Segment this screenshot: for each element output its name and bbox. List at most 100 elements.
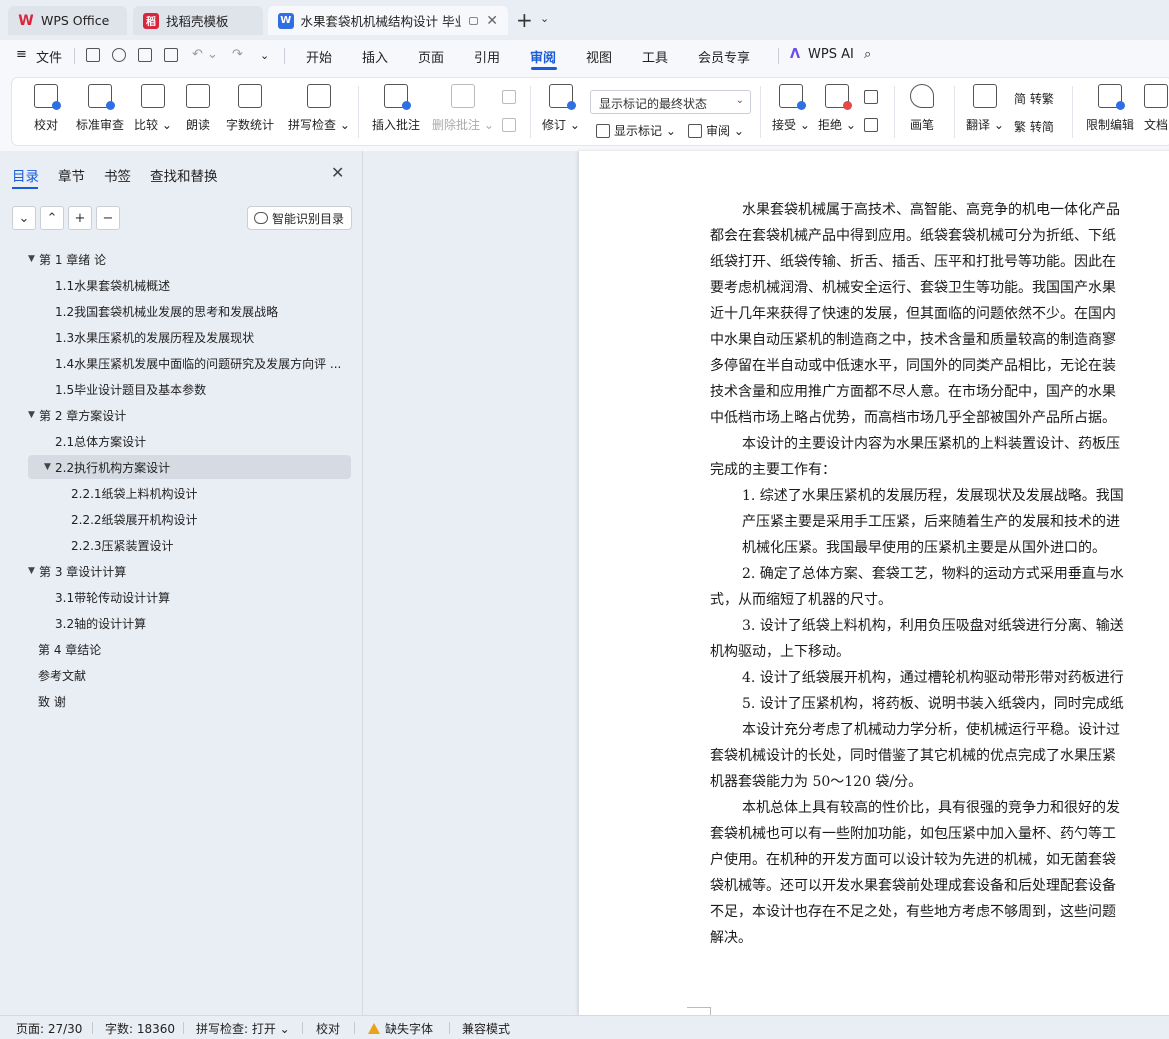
prev-change-button[interactable]: [864, 90, 882, 104]
print-preview-icon[interactable]: [164, 48, 178, 62]
hamburger-icon[interactable]: ≡: [16, 47, 27, 62]
show-markup-button[interactable]: 显示标记 ⌄: [596, 122, 676, 139]
tab-bookmarks[interactable]: 书签: [104, 165, 131, 185]
menu-page[interactable]: 页面: [418, 47, 444, 66]
next-change-button[interactable]: [864, 118, 882, 132]
remove-icon[interactable]: −: [96, 206, 120, 230]
toc-item[interactable]: 1.5毕业设计题目及基本参数: [28, 377, 351, 401]
track-changes-label: 修订 ⌄: [542, 118, 580, 132]
smart-recognize-toc-button[interactable]: 智能识别目录: [247, 206, 353, 230]
proofread-button[interactable]: 校对: [34, 84, 61, 133]
expand-arrow-icon[interactable]: ▼: [44, 462, 55, 472]
divider: [354, 1022, 355, 1034]
to-traditional-button[interactable]: 简 转繁: [1014, 90, 1054, 107]
toc-item[interactable]: 3.2轴的设计计算: [28, 611, 351, 635]
paragraph-line: 5. 设计了压紧机构，将药板、说明书装入纸袋内，同时完成纸: [742, 696, 1124, 712]
toc-item[interactable]: ▼ 第 2 章方案设计: [28, 403, 351, 427]
wps-logo-icon: W: [18, 12, 34, 29]
save-icon[interactable]: [86, 48, 100, 62]
word-count-indicator[interactable]: 字数: 18360: [105, 1020, 175, 1037]
translate-button[interactable]: 翻译 ⌄: [966, 84, 1004, 133]
toc-item-label: 1.3水果压紧机的发展历程及发展现状: [55, 330, 255, 345]
paragraph-line: 2. 确定了总体方案、套袋工艺，物料的运动方式采用垂直与水: [742, 566, 1124, 582]
tab-window-icon[interactable]: [468, 16, 479, 25]
toc-item[interactable]: ▼ 第 3 章设计计算: [28, 559, 351, 583]
tab-wps-office[interactable]: W WPS Office: [8, 6, 127, 35]
toc-item[interactable]: 1.3水果压紧机的发展历程及发展现状: [28, 325, 351, 349]
word-count-button[interactable]: 字数统计: [226, 84, 274, 133]
prev-change-icon: [864, 90, 878, 104]
close-icon[interactable]: ✕: [486, 13, 498, 29]
document-permission-button[interactable]: 文档: [1144, 84, 1168, 133]
spell-check-button[interactable]: 拼写检查 ⌄: [288, 84, 350, 133]
toc-item[interactable]: 致 谢: [28, 689, 351, 713]
word-count-icon: [238, 84, 262, 108]
track-changes-button[interactable]: 修订 ⌄: [542, 84, 580, 133]
expand-arrow-icon[interactable]: ▼: [28, 410, 39, 420]
menu-tools[interactable]: 工具: [642, 47, 668, 66]
expand-arrow-icon[interactable]: ▼: [28, 254, 39, 264]
toc-item[interactable]: 2.2.2纸袋展开机构设计: [28, 507, 351, 531]
toc-item[interactable]: 1.4水果压紧机发展中面临的问题研究及发展方向评 ...: [28, 351, 351, 375]
ink-button[interactable]: 画笔: [910, 84, 934, 133]
prev-comment-button[interactable]: [502, 90, 520, 104]
toc-item[interactable]: 第 4 章结论: [28, 637, 351, 661]
toc-item[interactable]: 1.1水果套袋机械概述: [28, 273, 351, 297]
to-simplified-button[interactable]: 繁 转简: [1014, 118, 1054, 135]
standard-review-button[interactable]: 标准审查: [76, 84, 124, 133]
toc-item[interactable]: ▼ 2.2执行机构方案设计: [28, 455, 351, 479]
expand-arrow-icon[interactable]: ▼: [28, 566, 39, 576]
tab-document[interactable]: W 水果套袋机机械结构设计 毕业 ✕: [268, 6, 508, 35]
delete-comment-button[interactable]: 删除批注 ⌄: [432, 84, 494, 133]
print-icon[interactable]: [138, 48, 152, 62]
toc-item[interactable]: 3.1带轮传动设计计算: [28, 585, 351, 609]
tab-chapters[interactable]: 章节: [58, 165, 85, 185]
page-indicator[interactable]: 页面: 27/30: [16, 1020, 82, 1037]
tab-label: 找稻壳模板: [166, 14, 229, 29]
undo-icon[interactable]: ↶ ⌄: [192, 47, 218, 62]
chevron-down-icon[interactable]: ⌄: [540, 12, 549, 25]
navigation-pane: 目录 章节 书签 查找和替换 ✕ ⌄ ⌃ + − 智能识别目录 ▼ 第 1 章绪 …: [0, 151, 363, 1015]
toc-item[interactable]: 2.2.3压紧装置设计: [28, 533, 351, 557]
new-tab-icon[interactable]: +: [516, 8, 533, 32]
menu-insert[interactable]: 插入: [362, 47, 388, 66]
next-comment-button[interactable]: [502, 118, 520, 132]
toc-item[interactable]: 2.2.1纸袋上料机构设计: [28, 481, 351, 505]
redo-icon[interactable]: ↷: [232, 47, 243, 62]
accept-button[interactable]: 接受 ⌄: [772, 84, 810, 133]
restrict-edit-button[interactable]: 限制编辑: [1086, 84, 1134, 133]
review-pane-button[interactable]: 审阅 ⌄: [688, 122, 744, 139]
wps-ai-button[interactable]: WPS AI: [808, 47, 854, 62]
toc-item[interactable]: 1.2我国套袋机械业发展的思考和发展战略: [28, 299, 351, 323]
menu-member[interactable]: 会员专享: [698, 47, 750, 66]
close-icon[interactable]: ✕: [331, 163, 344, 182]
spell-check-status[interactable]: 拼写检查: 打开 ⌄: [196, 1020, 290, 1037]
toc-item[interactable]: 2.1总体方案设计: [28, 429, 351, 453]
menu-review[interactable]: 审阅: [530, 47, 556, 66]
reject-button[interactable]: 拒绝 ⌄: [818, 84, 856, 133]
wps-ai-icon[interactable]: ᐱ: [790, 47, 800, 62]
more-icon[interactable]: ⌄: [260, 49, 269, 62]
collapse-all-icon[interactable]: ⌃: [40, 206, 64, 230]
missing-font-status[interactable]: 缺失字体: [368, 1020, 433, 1037]
paragraph-line: 3. 设计了纸袋上料机构，利用负压吸盘对纸袋进行分离、输送: [742, 618, 1124, 634]
read-aloud-button[interactable]: 朗读: [186, 84, 210, 133]
menu-view[interactable]: 视图: [586, 47, 612, 66]
tab-toc[interactable]: 目录: [12, 165, 39, 185]
tab-find-replace[interactable]: 查找和替换: [150, 165, 218, 185]
menu-start[interactable]: 开始: [306, 47, 332, 66]
proofread-status[interactable]: 校对: [316, 1020, 340, 1037]
toc-item[interactable]: 参考文献: [28, 663, 351, 687]
menu-reference[interactable]: 引用: [474, 47, 500, 66]
toc-item[interactable]: ▼ 第 1 章绪 论: [28, 247, 351, 271]
search-icon[interactable]: ⌕: [864, 47, 871, 62]
insert-comment-button[interactable]: 插入批注: [372, 84, 420, 133]
compare-button[interactable]: 比较 ⌄: [134, 84, 172, 133]
markup-display-select[interactable]: 显示标记的最终状态 ⌄: [590, 90, 751, 114]
tab-template[interactable]: 稻 找稻壳模板: [133, 6, 263, 35]
expand-all-icon[interactable]: ⌄: [12, 206, 36, 230]
add-icon[interactable]: +: [68, 206, 92, 230]
file-menu[interactable]: 文件: [36, 47, 62, 66]
document-page[interactable]: 水果套袋机械属于高技术、高智能、高竞争的机电一体化产品 都会在套袋机械产品中得到应…: [579, 151, 1169, 1015]
share-icon[interactable]: [112, 48, 126, 62]
